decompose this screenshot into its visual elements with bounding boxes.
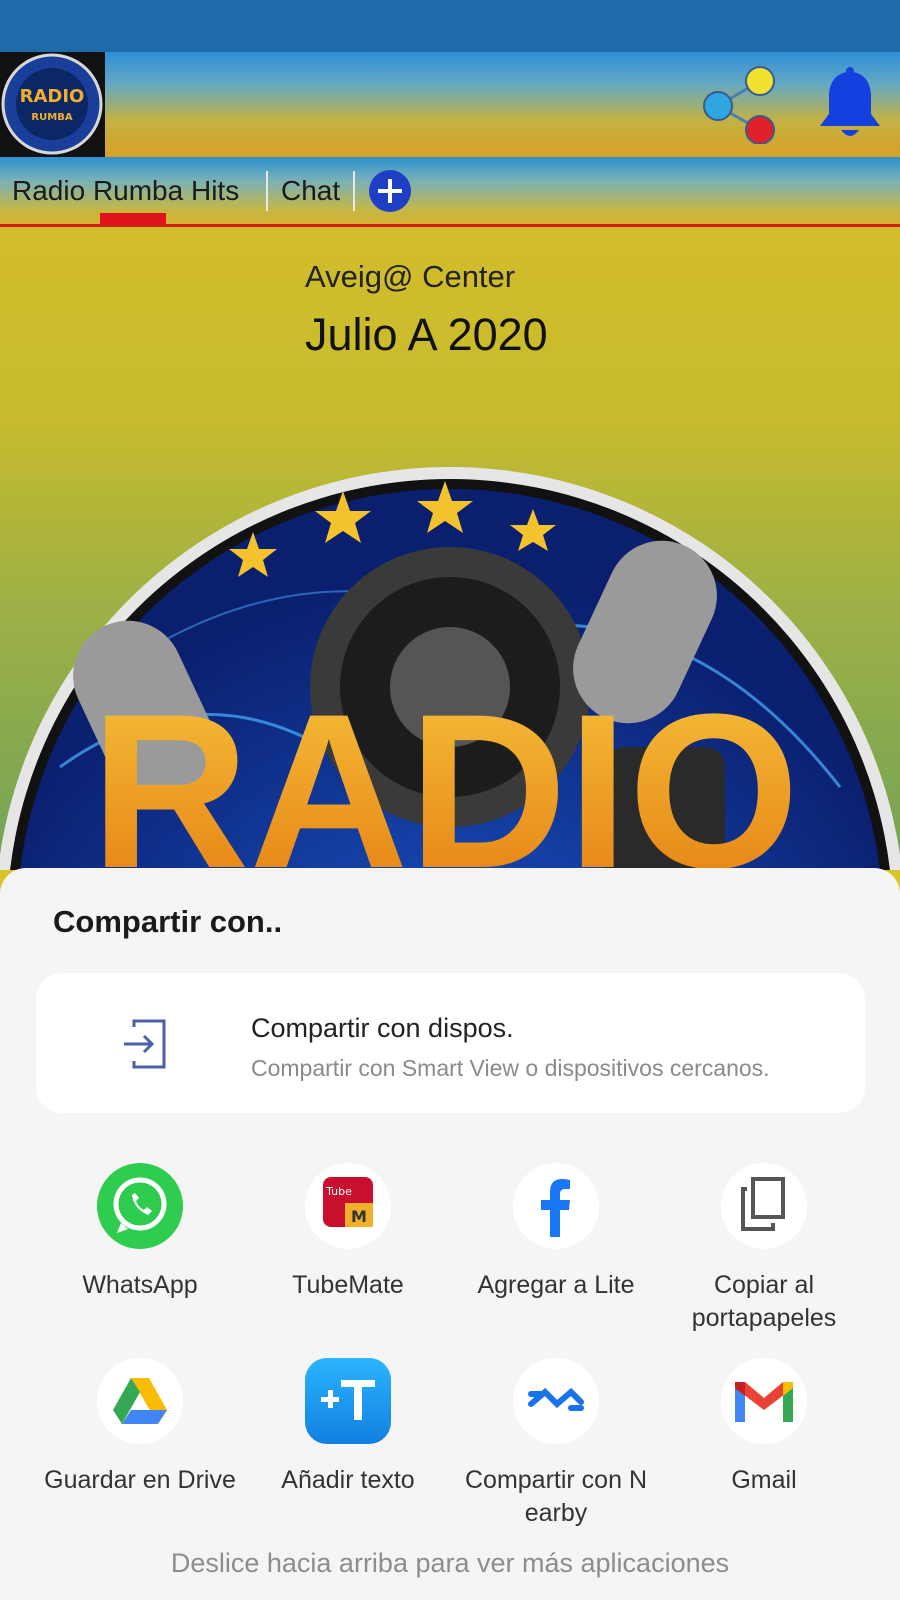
share-copy-clipboard[interactable]: Copiar al portapapeles xyxy=(660,1163,868,1335)
device-share-icon xyxy=(116,1013,178,1075)
tab-bar: Radio Rumba Hits Chat xyxy=(0,157,900,227)
tubemate-icon: M Tube xyxy=(305,1163,391,1249)
share-sheet: Compartir con.. Compartir con dispos. Co… xyxy=(0,868,900,1600)
share-app-gmail[interactable]: Gmail xyxy=(660,1358,868,1497)
share-app-nearby[interactable]: Compartir con N earby xyxy=(452,1358,660,1530)
share-app-add-text[interactable]: Añadir texto xyxy=(244,1358,452,1497)
share-app-whatsapp[interactable]: WhatsApp xyxy=(36,1163,244,1302)
whatsapp-icon xyxy=(97,1163,183,1249)
now-playing-area: Aveig@ Center Julio A 2020 RADIO xyxy=(0,227,900,870)
album-art-title: RADIO xyxy=(91,668,800,870)
notification-bell-icon[interactable] xyxy=(815,66,885,142)
station-logo: RADIO RUMBA xyxy=(0,52,105,157)
app-label: Gmail xyxy=(731,1466,797,1494)
status-bar xyxy=(0,0,900,52)
device-share-subtitle: Compartir con Smart View o dispositivos … xyxy=(251,1055,770,1081)
app-label: Compartir con N earby xyxy=(465,1466,647,1527)
add-text-icon xyxy=(305,1358,391,1444)
app-label: TubeMate xyxy=(292,1271,404,1299)
facebook-lite-icon xyxy=(513,1163,599,1249)
tab-divider xyxy=(353,171,355,211)
album-art: RADIO xyxy=(0,467,900,870)
tab-divider xyxy=(266,171,268,211)
active-tab-indicator xyxy=(100,213,166,224)
app-bar: RADIO RUMBA xyxy=(0,52,900,157)
app-label: WhatsApp xyxy=(82,1271,198,1299)
share-icon[interactable] xyxy=(702,64,792,145)
app-label: Copiar al portapapeles xyxy=(691,1271,837,1332)
share-app-google-drive[interactable]: Guardar en Drive xyxy=(36,1358,244,1497)
share-app-tubemate[interactable]: M Tube TubeMate xyxy=(244,1163,452,1302)
share-sheet-title: Compartir con.. xyxy=(53,904,283,939)
svg-text:RADIO: RADIO xyxy=(20,86,85,107)
track-title: Julio A 2020 xyxy=(305,309,548,360)
app-label: Añadir texto xyxy=(281,1466,415,1494)
tab-radio-rumba-hits[interactable]: Radio Rumba Hits xyxy=(12,175,239,207)
share-to-devices-button[interactable]: Compartir con dispos. Compartir con Smar… xyxy=(36,973,865,1113)
svg-text:M: M xyxy=(351,1207,367,1226)
nearby-share-icon xyxy=(513,1358,599,1444)
device-share-title: Compartir con dispos. xyxy=(251,1013,514,1043)
add-tab-plus-icon[interactable] xyxy=(368,169,412,213)
gmail-icon xyxy=(721,1358,807,1444)
swipe-up-hint: Deslice hacia arriba para ver más aplica… xyxy=(170,1548,730,1578)
share-app-facebook-lite[interactable]: Agregar a Lite xyxy=(452,1163,660,1302)
app-label: Guardar en Drive xyxy=(44,1466,236,1494)
svg-text:Tube: Tube xyxy=(325,1185,352,1198)
app-label: Agregar a Lite xyxy=(477,1271,635,1299)
tab-chat[interactable]: Chat xyxy=(281,175,340,207)
svg-text:RUMBA: RUMBA xyxy=(31,112,72,123)
track-artist: Aveig@ Center xyxy=(305,259,516,294)
copy-icon xyxy=(721,1163,807,1249)
google-drive-icon xyxy=(97,1358,183,1444)
